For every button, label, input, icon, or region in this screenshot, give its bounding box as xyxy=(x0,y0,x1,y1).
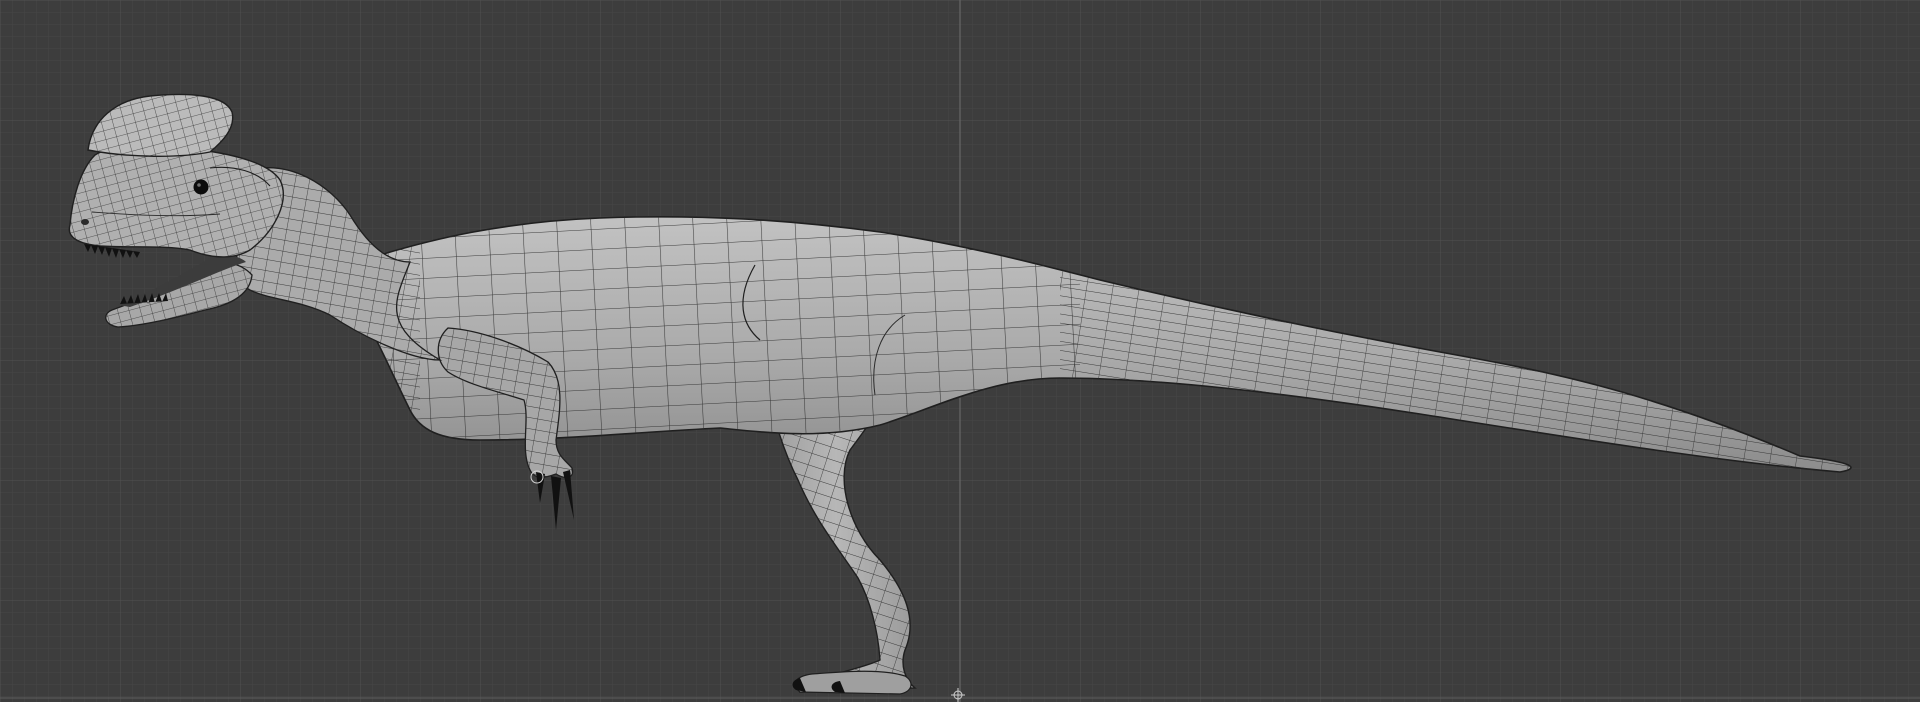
nostril xyxy=(81,219,89,225)
3d-viewport[interactable] xyxy=(0,0,1920,702)
viewport-canvas[interactable] xyxy=(0,0,1920,702)
hind-foot xyxy=(794,670,912,695)
eye xyxy=(193,179,209,195)
